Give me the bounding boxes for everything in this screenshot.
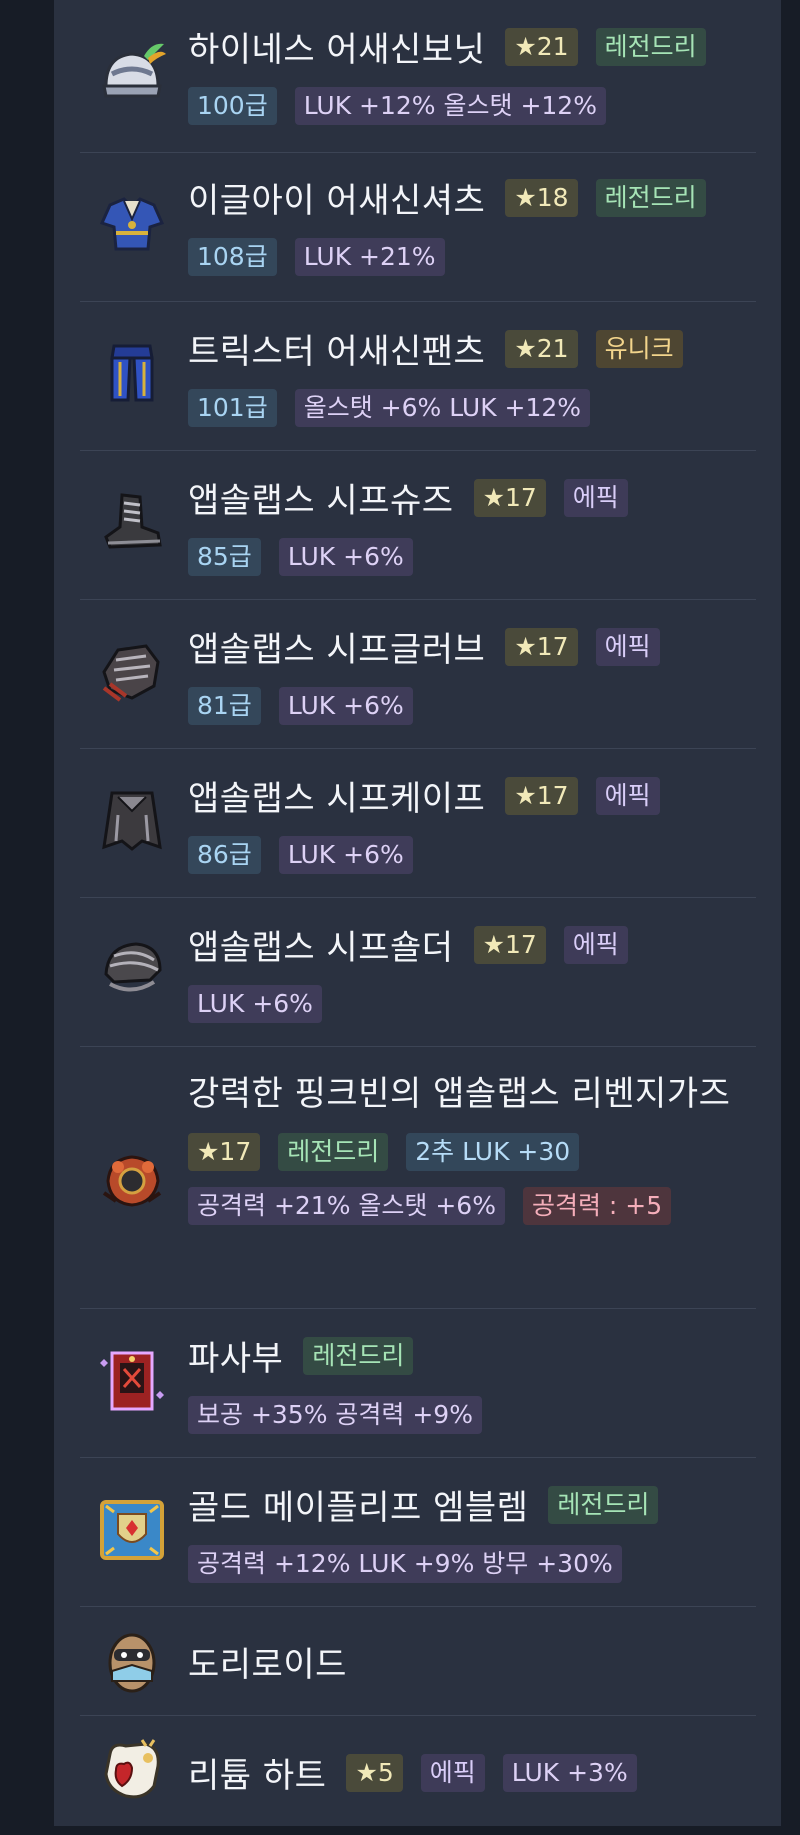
list-item[interactable]: 트릭스터 어새신팬츠 ★21 유니크 101급 올스탯 +6% LUK +12%: [80, 301, 756, 450]
grade-badge: 레전드리: [595, 178, 706, 217]
star-force-badge: ★17: [473, 478, 546, 517]
item-name: 트릭스터 어새신팬츠: [188, 332, 486, 372]
gloves-icon: [102, 644, 160, 702]
list-item[interactable]: 파사부 레전드리 보공 +35% 공격력 +9%: [80, 1308, 756, 1457]
emblem-icon: [100, 1500, 164, 1560]
potential-badge: 공격력 +21% 올스탯 +6%: [188, 1187, 505, 1225]
potential-badge: LUK +6%: [278, 538, 413, 576]
item-name: 파사부: [188, 1339, 284, 1379]
equipment-list: 하이네스 어새신보닛 ★21 레전드리 100급 LUK +12% 올스탯 +1…: [80, 0, 756, 1835]
grade-badge: 유니크: [595, 329, 683, 368]
item-name: 도리로이드: [188, 1645, 347, 1685]
grade-badge: 레전드리: [595, 27, 706, 66]
grade-badge: 레전드리: [278, 1133, 389, 1171]
item-name: 골드 메이플리프 엠블렘: [188, 1488, 529, 1528]
list-item[interactable]: 이글아이 어새신셔츠 ★18 레전드리 108급 LUK +21%: [80, 152, 756, 301]
android-icon: [108, 1633, 156, 1693]
potential-badge: LUK +3%: [502, 1753, 637, 1792]
potential-badge: LUK +6%: [278, 836, 413, 874]
star-force-badge: ★18: [505, 178, 578, 217]
item-name: 앱솔랩스 시프슈즈: [188, 481, 454, 521]
star-force-badge: ★21: [505, 27, 578, 66]
heart-icon: [104, 1739, 160, 1799]
item-name: 앱솔랩스 시프숄더: [188, 928, 454, 968]
helmet-icon: [102, 43, 166, 98]
grade-badge: 에픽: [595, 627, 660, 666]
potential-badge: 공격력 +12% LUK +9% 방무 +30%: [188, 1545, 622, 1583]
star-force-badge: ★17: [505, 627, 578, 666]
star-force-badge: ★17: [473, 925, 546, 964]
grade-badge: 에픽: [420, 1753, 485, 1792]
potential-badge: LUK +6%: [278, 687, 413, 725]
list-item[interactable]: 앱솔랩스 시프슈즈 ★17 에픽 85급 LUK +6%: [80, 450, 756, 599]
potential-badge: 올스탯 +6% LUK +12%: [294, 389, 591, 427]
level-badge: 100급: [188, 87, 277, 125]
list-item[interactable]: 앱솔랩스 시프글러브 ★17 에픽 81급 LUK +6%: [80, 599, 756, 748]
star-force-badge: ★5: [346, 1753, 403, 1792]
grade-badge: 에픽: [563, 925, 628, 964]
shirt-icon: [99, 197, 165, 251]
list-item[interactable]: 강력한 핑크빈의 앱솔랩스 리벤지가즈 ★17 레전드리 2추 LUK +30 …: [80, 1046, 756, 1308]
shoulder-icon: [104, 942, 162, 992]
list-item[interactable]: 골드 메이플리프 엠블렘 레전드리 공격력 +12% LUK +9% 방무 +3…: [80, 1457, 756, 1606]
level-badge: 108급: [188, 238, 277, 276]
level-badge: 85급: [188, 538, 261, 576]
cape-icon: [102, 791, 162, 851]
potential-badge: 보공 +35% 공격력 +9%: [188, 1396, 482, 1434]
list-item[interactable]: 앱솔랩스 시프숄더 ★17 에픽 LUK +6%: [80, 897, 756, 1046]
list-item[interactable]: 하이네스 어새신보닛 ★21 레전드리 100급 LUK +12% 올스탯 +1…: [80, 0, 756, 152]
item-name: 앱솔랩스 시프케이프: [188, 779, 486, 819]
list-item[interactable]: 리튬 하트 ★5 에픽 LUK +3%: [80, 1715, 756, 1835]
list-item[interactable]: 도리로이드: [80, 1606, 756, 1715]
secondary-weapon-icon: [102, 1155, 162, 1207]
grade-badge: 에픽: [563, 478, 628, 517]
level-badge: 86급: [188, 836, 261, 874]
list-item[interactable]: 앱솔랩스 시프케이프 ★17 에픽 86급 LUK +6%: [80, 748, 756, 897]
item-name: 하이네스 어새신보닛: [188, 30, 486, 70]
talisman-icon: [100, 1351, 164, 1411]
item-name: 강력한 핑크빈의 앱솔랩스 리벤지가즈: [188, 1074, 731, 1114]
star-force-badge: ★17: [188, 1133, 261, 1171]
potential-badge: LUK +12% 올스탯 +12%: [294, 87, 606, 125]
pants-icon: [110, 344, 154, 402]
star-force-badge: ★17: [505, 776, 578, 815]
item-name: 앱솔랩스 시프글러브: [188, 630, 486, 670]
potential-badge: LUK +6%: [188, 985, 322, 1023]
grade-badge: 에픽: [595, 776, 660, 815]
extra-attack-badge: 공격력 : +5: [522, 1187, 672, 1225]
grade-badge: 레전드리: [303, 1336, 414, 1375]
star-force-badge: ★21: [505, 329, 578, 368]
additional-option-badge: 2추 LUK +30: [406, 1133, 580, 1171]
level-badge: 101급: [188, 389, 277, 427]
level-badge: 81급: [188, 687, 261, 725]
potential-badge: LUK +21%: [294, 238, 445, 276]
shoes-icon: [104, 493, 162, 549]
item-name: 리튬 하트: [188, 1756, 327, 1796]
grade-badge: 레전드리: [548, 1485, 659, 1524]
item-name: 이글아이 어새신셔츠: [188, 181, 486, 221]
